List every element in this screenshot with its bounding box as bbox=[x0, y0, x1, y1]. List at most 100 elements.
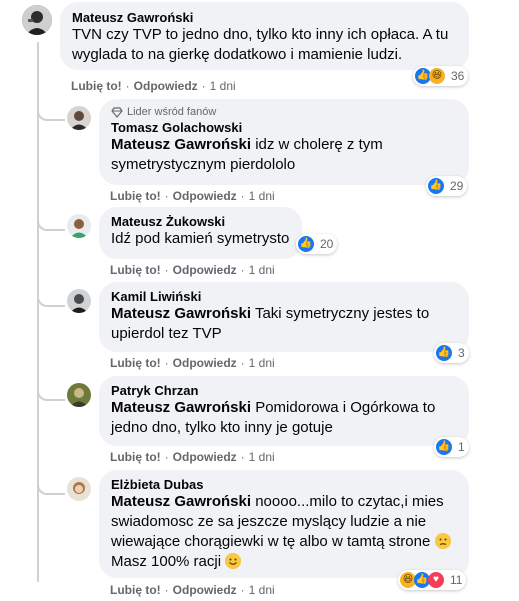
mention-link[interactable]: Mateusz Gawroński bbox=[111, 305, 251, 322]
separator: · bbox=[125, 79, 130, 93]
separator: · bbox=[164, 450, 169, 464]
comment-author[interactable]: Elżbieta Dubas bbox=[111, 477, 457, 492]
comment-bubble: Mateusz Gawroński TVN czy TVP to jedno d… bbox=[60, 2, 469, 70]
comment-author[interactable]: Mateusz Gawroński bbox=[72, 10, 457, 25]
comment-text-line: Taki symetryczny jestes to bbox=[251, 305, 430, 322]
separator: · bbox=[240, 356, 245, 370]
diamond-icon bbox=[111, 107, 123, 118]
like-button[interactable]: Lubię to! bbox=[110, 189, 161, 203]
like-button[interactable]: Lubię to! bbox=[110, 583, 161, 597]
timestamp[interactable]: 1 dni bbox=[249, 583, 275, 597]
comment-actions: Lubię to! · Odpowiedz · 1 dni bbox=[110, 263, 275, 277]
comment-text-line: idz w cholerę z tym bbox=[251, 136, 383, 153]
avatar[interactable] bbox=[67, 289, 91, 313]
comment-text-line: Pomidorowa i Ogórkowa to bbox=[251, 399, 436, 416]
reply-button[interactable]: Odpowiedz bbox=[173, 356, 237, 370]
like-icon: 👍 bbox=[298, 236, 314, 252]
comment-text: TVN czy TVP to jedno dno, tylko kto inny… bbox=[72, 25, 457, 65]
like-button[interactable]: Lubię to! bbox=[110, 263, 161, 277]
like-icon: 👍 bbox=[428, 178, 444, 194]
reply-button[interactable]: Odpowiedz bbox=[173, 189, 237, 203]
comment-bubble: Mateusz Żukowski Idź pod kamień symetrys… bbox=[99, 207, 302, 259]
reaction-summary[interactable]: 😆 👍 ♥ 11 bbox=[398, 570, 467, 590]
like-button[interactable]: Lubię to! bbox=[110, 450, 161, 464]
comment-actions: Lubię to! · Odpowiedz · 1 dni bbox=[110, 189, 275, 203]
reaction-count: 1 bbox=[458, 440, 465, 454]
comment-text-line: Idź pod kamień symetrysto bbox=[111, 230, 290, 247]
timestamp[interactable]: 1 dni bbox=[249, 450, 275, 464]
avatar[interactable] bbox=[67, 383, 91, 407]
reply-button[interactable]: Odpowiedz bbox=[173, 450, 237, 464]
timestamp[interactable]: 1 dni bbox=[249, 356, 275, 370]
reaction-count: 36 bbox=[451, 69, 465, 83]
separator: · bbox=[240, 583, 245, 597]
comment-text: Idź pod kamień symetrysto bbox=[111, 229, 290, 249]
confused-emoji-icon bbox=[434, 533, 451, 549]
comment-text-line: swiadomosc ze sa jeszcze myslący ludzie … bbox=[111, 513, 427, 530]
comment-author[interactable]: Tomasz Golachowski bbox=[111, 120, 457, 135]
mention-link[interactable]: Mateusz Gawroński bbox=[111, 136, 251, 153]
reaction-summary[interactable]: 👍 20 bbox=[296, 234, 338, 254]
comment-bubble: Elżbieta Dubas Mateusz Gawroński noooo..… bbox=[99, 470, 469, 578]
like-icon: 👍 bbox=[436, 345, 452, 361]
smile-emoji-icon bbox=[225, 553, 242, 569]
reaction-summary[interactable]: 👍 29 bbox=[426, 176, 468, 196]
separator: · bbox=[164, 356, 169, 370]
comment-author[interactable]: Kamil Liwiński bbox=[111, 289, 457, 304]
comment-text-line: jedno dno, tylko kto inny je gotuje bbox=[111, 419, 333, 436]
reaction-count: 29 bbox=[450, 179, 464, 193]
comment-author[interactable]: Mateusz Żukowski bbox=[111, 214, 290, 229]
reaction-summary[interactable]: 👍 1 bbox=[434, 437, 469, 457]
comment-bubble: Patryk Chrzan Mateusz Gawroński Pomidoro… bbox=[99, 376, 469, 446]
reaction-count: 11 bbox=[450, 573, 463, 587]
comment-text-line: wiewające chorągiewki w tę albo w tamtą … bbox=[111, 533, 431, 550]
like-button[interactable]: Lubię to! bbox=[71, 79, 122, 93]
avatar[interactable] bbox=[67, 214, 91, 238]
separator: · bbox=[164, 189, 169, 203]
avatar[interactable] bbox=[67, 477, 91, 501]
thread-line bbox=[37, 42, 39, 582]
like-icon: 👍 bbox=[436, 439, 452, 455]
comment-text-line: TVN czy TVP to jedno dno, tylko kto inny… bbox=[72, 26, 449, 43]
reaction-count: 3 bbox=[458, 346, 465, 360]
separator: · bbox=[164, 263, 169, 277]
comment-text: Mateusz Gawroński Taki symetryczny jeste… bbox=[111, 304, 457, 344]
avatar[interactable] bbox=[22, 5, 52, 35]
thread-branch bbox=[37, 95, 65, 121]
reply-button[interactable]: Odpowiedz bbox=[134, 79, 198, 93]
comment-text-line: wyglada to na gierkę dodatkowo i mamieni… bbox=[72, 46, 403, 63]
separator: · bbox=[240, 263, 245, 277]
love-icon: ♥ bbox=[428, 572, 444, 588]
separator: · bbox=[201, 79, 206, 93]
comment-text-line: noooo...milo to czytac,i mies bbox=[251, 493, 444, 510]
comment-text: Mateusz Gawroński Pomidorowa i Ogórkowa … bbox=[111, 398, 457, 438]
comment-actions: Lubię to! · Odpowiedz · 1 dni bbox=[110, 356, 275, 370]
timestamp[interactable]: 1 dni bbox=[249, 263, 275, 277]
comment-text: Mateusz Gawroński idz w cholerę z tym sy… bbox=[111, 135, 457, 175]
mention-link[interactable]: Mateusz Gawroński bbox=[111, 493, 251, 510]
comment-bubble: Kamil Liwiński Mateusz Gawroński Taki sy… bbox=[99, 282, 469, 352]
comment-actions: Lubię to! · Odpowiedz · 1 dni bbox=[110, 450, 275, 464]
like-button[interactable]: Lubię to! bbox=[110, 356, 161, 370]
fan-badge: Lider wśród fanów bbox=[111, 106, 457, 118]
mention-link[interactable]: Mateusz Gawroński bbox=[111, 399, 251, 416]
separator: · bbox=[240, 189, 245, 203]
comment-bubble: Lider wśród fanów Tomasz Golachowski Mat… bbox=[99, 99, 469, 185]
reaction-summary[interactable]: 👍 😆 36 bbox=[413, 66, 469, 86]
comment-text-line: upierdol tez TVP bbox=[111, 325, 222, 342]
thread-branch bbox=[37, 205, 65, 231]
timestamp[interactable]: 1 dni bbox=[249, 189, 275, 203]
thread-branch bbox=[37, 281, 65, 307]
reply-button[interactable]: Odpowiedz bbox=[173, 263, 237, 277]
comment-author[interactable]: Patryk Chrzan bbox=[111, 383, 457, 398]
separator: · bbox=[164, 583, 169, 597]
avatar[interactable] bbox=[67, 106, 91, 130]
thread-branch bbox=[37, 469, 65, 495]
comment-text-line: Masz 100% racji bbox=[111, 553, 222, 570]
separator: · bbox=[240, 450, 245, 464]
reaction-summary[interactable]: 👍 3 bbox=[434, 343, 469, 363]
badge-label: Lider wśród fanów bbox=[127, 106, 217, 118]
timestamp[interactable]: 1 dni bbox=[210, 79, 236, 93]
comment-text: Mateusz Gawroński noooo...milo to czytac… bbox=[111, 492, 457, 572]
reply-button[interactable]: Odpowiedz bbox=[173, 583, 237, 597]
